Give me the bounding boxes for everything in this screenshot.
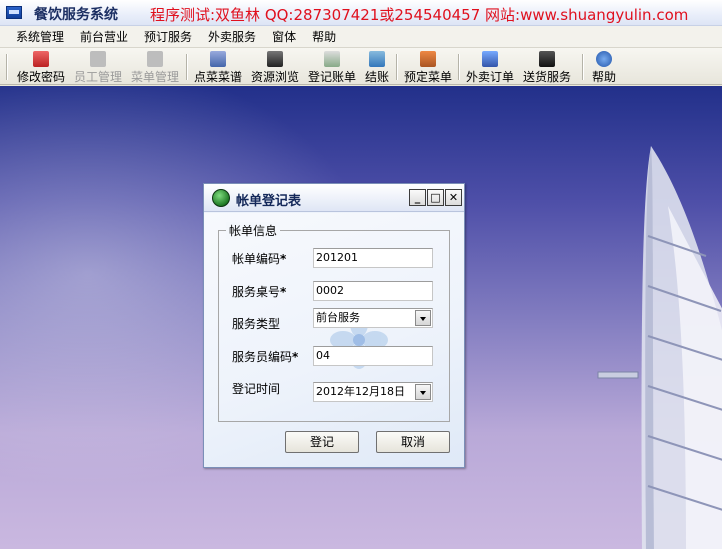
takeout-icon xyxy=(482,51,498,67)
order-dishes-label: 点菜菜谱 xyxy=(193,70,242,84)
menu-help[interactable]: 帮助 xyxy=(304,26,344,48)
service-type-label: 服务类型 xyxy=(232,317,281,331)
toolbar-separator xyxy=(582,54,584,80)
toolbar-separator xyxy=(186,54,188,80)
help-button[interactable]: 帮助 xyxy=(589,51,619,84)
register-bill-button[interactable]: 登记账单 xyxy=(305,51,359,84)
register-time-value: 2012年12月18日 xyxy=(316,385,405,398)
required-mark: * xyxy=(280,252,287,266)
menu-book-icon xyxy=(210,51,226,67)
waiter-code-label: 服务员编码* xyxy=(232,348,298,365)
cancel-button[interactable]: 取消 xyxy=(376,431,450,453)
checkout-label: 结账 xyxy=(364,70,389,84)
required-mark: * xyxy=(280,285,287,299)
help-label: 帮助 xyxy=(591,70,616,84)
chevron-down-icon[interactable] xyxy=(415,384,431,400)
takeout-order-button[interactable]: 外卖订单 xyxy=(463,51,517,84)
dialog-body: 帐单信息 帐单编码* 201201 服务桌号* 0002 服务类型 前台服务 服… xyxy=(204,213,464,467)
bill-code-label: 帐单编码* xyxy=(232,250,286,267)
takeout-order-label: 外卖订单 xyxy=(465,70,514,84)
change-password-button[interactable]: 修改密码 xyxy=(14,51,68,84)
register-time-label: 登记时间 xyxy=(232,382,281,396)
staff-manage-label: 员工管理 xyxy=(73,70,122,84)
reserve-book-icon xyxy=(420,51,436,67)
dialog-titlebar[interactable]: 帐单登记表 _ □ ✕ xyxy=(204,184,464,212)
dish-manage-button[interactable]: 菜单管理 xyxy=(128,51,182,84)
reserve-menu-button[interactable]: 预定菜单 xyxy=(401,51,455,84)
author-banner: 程序测试:双鱼林 QQ:287307421或254540457 网站:www.s… xyxy=(150,6,689,24)
bill-register-dialog: 帐单登记表 _ □ ✕ 帐单信息 帐单编码* 201201 服务桌号* 0002… xyxy=(203,183,465,468)
table-no-label: 服务桌号* xyxy=(232,283,286,300)
app-window-icon xyxy=(6,6,22,19)
help-icon xyxy=(596,51,612,67)
person-computer-icon xyxy=(267,51,283,67)
order-dishes-button[interactable]: 点菜菜谱 xyxy=(191,51,245,84)
checkout-button[interactable]: 结账 xyxy=(362,51,392,84)
table-no-label-text: 服务桌号 xyxy=(232,285,281,299)
bill-code-input[interactable]: 201201 xyxy=(313,248,433,268)
cash-register-icon xyxy=(369,51,385,67)
bill-info-group-title: 帐单信息 xyxy=(226,222,281,239)
change-password-label: 修改密码 xyxy=(16,70,65,84)
bill-code-label-text: 帐单编码 xyxy=(232,252,281,266)
delivery-service-button[interactable]: 送货服务 xyxy=(520,51,574,84)
app-dialog-icon xyxy=(212,189,230,207)
toolbar: 修改密码 员工管理 菜单管理 点菜菜谱 资源浏览 登记账单 结账 预定菜单 外卖… xyxy=(0,48,722,85)
maximize-button[interactable]: □ xyxy=(427,189,444,206)
sail-tower-illustration xyxy=(597,146,722,549)
menu-window[interactable]: 窗体 xyxy=(264,26,304,48)
dialog-title: 帐单登记表 xyxy=(236,194,302,209)
menu-front-desk[interactable]: 前台营业 xyxy=(72,26,136,48)
app-titlebar: 餐饮服务系统 程序测试:双鱼林 QQ:287307421或254540457 网… xyxy=(0,0,722,26)
register-button[interactable]: 登记 xyxy=(285,431,359,453)
required-mark: * xyxy=(292,350,299,364)
app-title: 餐饮服务系统 xyxy=(34,7,118,23)
toolbar-separator xyxy=(396,54,398,80)
delivery-icon xyxy=(539,51,555,67)
toolbar-separator xyxy=(6,54,8,80)
menu-system-manage[interactable]: 系统管理 xyxy=(8,26,72,48)
register-bill-label: 登记账单 xyxy=(307,70,356,84)
menu-bar: 系统管理 前台营业 预订服务 外卖服务 窗体 帮助 xyxy=(0,26,722,48)
reserve-menu-label: 预定菜单 xyxy=(403,70,452,84)
key-icon xyxy=(33,51,49,67)
service-type-value: 前台服务 xyxy=(316,311,360,324)
staff-manage-button[interactable]: 员工管理 xyxy=(71,51,125,84)
dish-manage-label: 菜单管理 xyxy=(130,70,179,84)
waiter-code-label-text: 服务员编码 xyxy=(232,350,293,364)
table-no-input[interactable]: 0002 xyxy=(313,281,433,301)
waiter-code-input[interactable]: 04 xyxy=(313,346,433,366)
menu-takeout[interactable]: 外卖服务 xyxy=(200,26,264,48)
register-time-picker[interactable]: 2012年12月18日 xyxy=(313,382,433,402)
dish-icon xyxy=(147,51,163,67)
staff-icon xyxy=(90,51,106,67)
delivery-service-label: 送货服务 xyxy=(522,70,571,84)
service-type-select[interactable]: 前台服务 xyxy=(313,308,433,328)
resource-browse-label: 资源浏览 xyxy=(250,70,299,84)
chevron-down-icon[interactable] xyxy=(415,310,431,326)
menu-reservation[interactable]: 预订服务 xyxy=(136,26,200,48)
toolbar-separator xyxy=(458,54,460,80)
resource-browse-button[interactable]: 资源浏览 xyxy=(248,51,302,84)
minimize-button[interactable]: _ xyxy=(409,189,426,206)
bill-edit-icon xyxy=(324,51,340,67)
close-button[interactable]: ✕ xyxy=(445,189,462,206)
